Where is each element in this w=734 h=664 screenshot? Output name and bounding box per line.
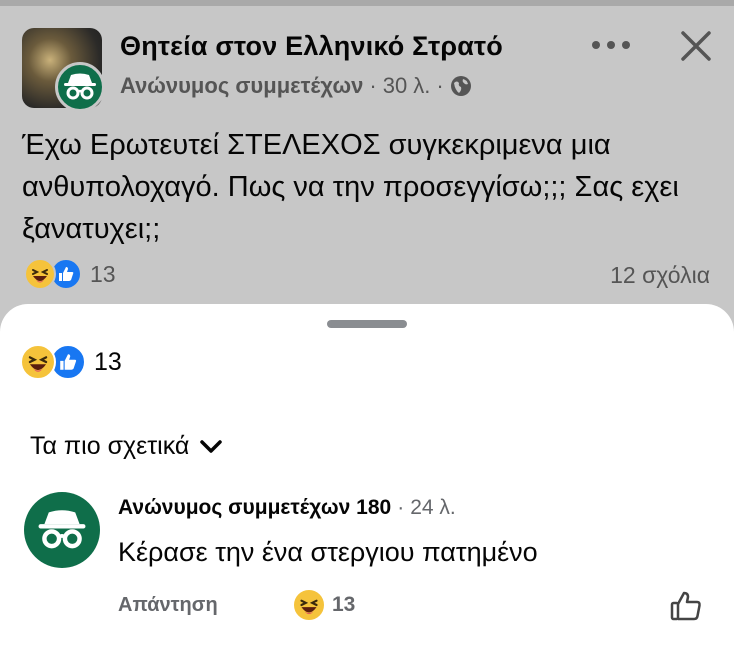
thumbs-up-icon <box>670 591 701 621</box>
incognito-icon <box>64 73 96 100</box>
comment-header: Ανώνυμος συμμετέχων 180 · 24 λ. <box>118 496 456 520</box>
haha-icon <box>24 258 56 290</box>
comment-like-button[interactable] <box>668 588 704 624</box>
anonymous-avatar-badge <box>55 62 105 112</box>
comments-sheet: 13 Τα πιο σχετικά Ανώνυμος συμμετέχων 18… <box>0 304 734 664</box>
comment-avatar[interactable] <box>24 492 100 568</box>
sheet-reaction-count: 13 <box>94 347 122 376</box>
status-strip <box>0 0 734 6</box>
post-author[interactable]: Ανώνυμος συμμετέχων <box>120 73 363 99</box>
more-options-button[interactable] <box>588 30 634 60</box>
reaction-count: 13 <box>90 260 116 287</box>
comments-count[interactable]: 12 σχόλια <box>610 262 710 289</box>
chevron-down-icon <box>200 439 223 453</box>
more-dots-icon <box>592 41 630 49</box>
comment-reactions[interactable]: 13 <box>292 588 355 622</box>
sort-label: Τα πιο σχετικά <box>30 432 190 460</box>
meta-separator-2: · <box>436 73 444 98</box>
globe-icon <box>450 76 471 96</box>
sheet-drag-handle[interactable] <box>327 320 407 328</box>
post-meta: Ανώνυμος συμμετέχων · 30 λ. · <box>120 73 472 99</box>
comment-text: Κέρασε την ένα στεργιου πατημένο <box>118 537 538 567</box>
group-title[interactable]: Θητεία στον Ελληνικό Στρατό <box>120 31 503 62</box>
comment-reaction-count: 13 <box>332 593 356 616</box>
post-time[interactable]: 30 λ. <box>383 73 431 99</box>
incognito-icon <box>38 510 86 549</box>
close-button[interactable] <box>676 26 716 66</box>
haha-icon <box>20 344 56 380</box>
post-reactions[interactable]: 13 <box>24 258 116 290</box>
reply-button[interactable]: Απάντηση <box>118 594 218 617</box>
sheet-reactions[interactable]: 13 <box>20 344 122 380</box>
haha-icon <box>292 588 326 622</box>
comment-time[interactable]: 24 λ. <box>410 496 456 520</box>
comment-separator: · <box>397 496 405 519</box>
comment-author[interactable]: Ανώνυμος συμμετέχων 180 <box>118 496 391 520</box>
close-icon <box>681 31 711 61</box>
meta-separator: · <box>369 73 377 98</box>
post-body-text: Έχω Ερωτευτεί ΣΤΕΛΕΧΟΣ συγκεκριμενα μια … <box>22 129 679 245</box>
sort-dropdown[interactable]: Τα πιο σχετικά <box>30 432 223 461</box>
